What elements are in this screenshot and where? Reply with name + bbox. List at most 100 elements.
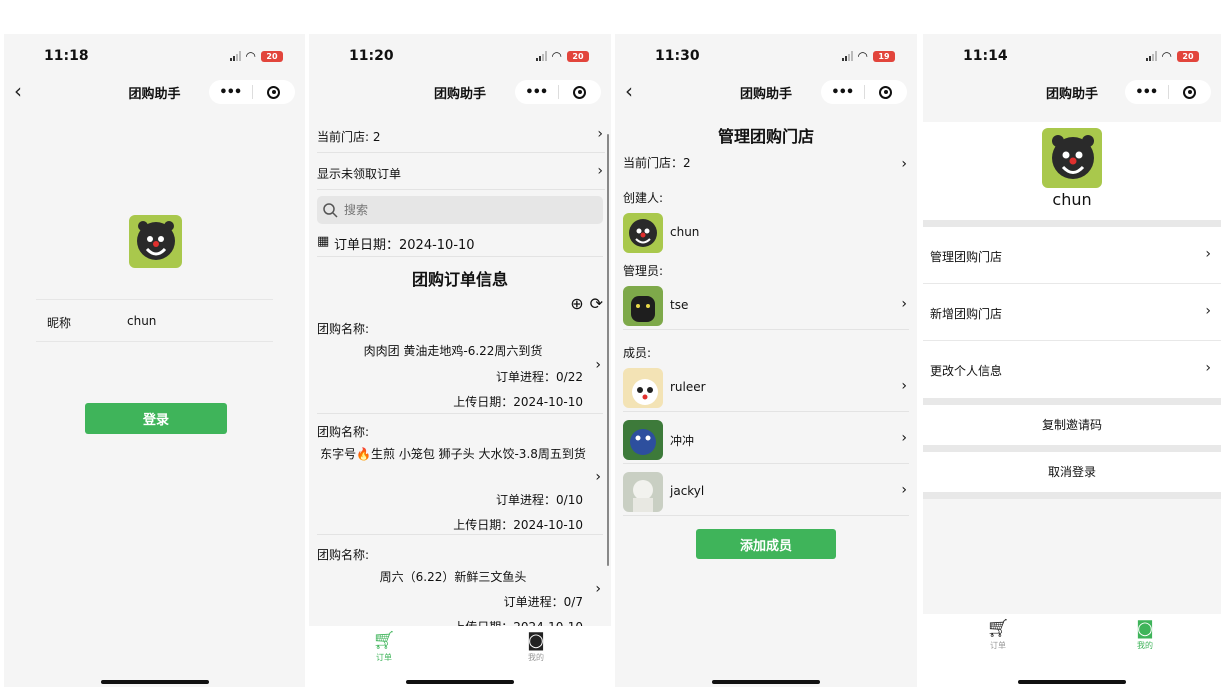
copy-invite-button[interactable]: 复制邀请码 (923, 405, 1221, 445)
admin-row[interactable]: tse › (623, 282, 909, 330)
add-member-button[interactable]: 添加成员 (696, 529, 836, 559)
members-label: 成员: (623, 346, 652, 360)
wifi-icon: ◠ (245, 49, 256, 63)
menu-label: 新增团购门店 (930, 307, 1003, 321)
search-bar[interactable] (317, 196, 603, 224)
wifi-icon: ◠ (551, 49, 562, 63)
manage-store-title: 管理团购门店 (717, 127, 814, 146)
profile-icon: ◙ (1136, 618, 1154, 639)
battery-icon: 19 (873, 50, 895, 62)
tab-mine-label: 我的 (528, 653, 544, 662)
status-bar: 11:18 ◠ 20 (4, 34, 305, 78)
chevron-right-icon: › (901, 156, 907, 172)
avatar (623, 420, 663, 460)
tab-mine[interactable]: ◙ 我的 (1115, 618, 1175, 651)
profile-icon: ◙ (527, 630, 545, 651)
member-row[interactable]: 冲冲 › (623, 416, 909, 464)
close-program-icon[interactable] (1169, 85, 1212, 99)
order-date-row[interactable]: ▦ 订单日期：2024-10-10 (317, 230, 603, 257)
show-unclaimed-label: 显示未领取订单 (317, 167, 402, 181)
calendar-icon: ▦ (317, 234, 330, 249)
close-program-icon[interactable] (865, 85, 908, 99)
creator-label: 创建人: (623, 191, 664, 205)
order-actions: ⊕ ⟳ (570, 294, 603, 313)
tab-bar: 🛒︎ 订单 ◙ 我的 (309, 626, 611, 687)
member-name: 冲冲 (670, 434, 695, 448)
nav-bar: ‹ 团购助手 ••• (4, 78, 305, 106)
search-icon (323, 202, 338, 218)
more-icon[interactable]: ••• (1125, 85, 1168, 100)
more-icon[interactable]: ••• (515, 85, 558, 100)
logout-button[interactable]: 取消登录 (923, 452, 1221, 492)
chevron-right-icon: › (901, 430, 907, 446)
current-store-label: 当前门店: 2 (317, 130, 381, 144)
menu-edit-profile[interactable]: 更改个人信息 › (923, 341, 1221, 398)
order-progress: 订单进程：0/22 (496, 370, 583, 384)
chevron-right-icon: › (1205, 246, 1211, 262)
order-progress: 订单进程：0/10 (496, 493, 583, 507)
nav-bar: 团购助手 ••• (309, 78, 611, 106)
order-name-label: 团购名称: (317, 425, 370, 439)
member-name: ruleer (670, 380, 706, 394)
chevron-right-icon: › (901, 296, 907, 312)
chevron-right-icon: › (597, 163, 603, 179)
home-indicator (100, 680, 209, 684)
order-upload-date: 上传日期：2024-10-10 (453, 518, 583, 532)
avatar (623, 213, 663, 253)
tab-orders[interactable]: 🛒︎ 订单 (968, 618, 1028, 651)
chevron-right-icon: › (597, 126, 603, 142)
wifi-icon: ◠ (1161, 49, 1172, 63)
add-circle-icon[interactable]: ⊕ (570, 294, 583, 313)
member-row[interactable]: ruleer › (623, 364, 909, 412)
search-input[interactable] (344, 203, 564, 217)
close-program-icon[interactable] (253, 85, 296, 99)
tab-mine[interactable]: ◙ 我的 (506, 630, 566, 663)
wifi-icon: ◠ (857, 49, 868, 63)
refresh-icon[interactable]: ⟳ (590, 294, 603, 313)
current-store-row[interactable]: 当前门店：2 › (623, 154, 909, 178)
scrollbar[interactable] (607, 134, 609, 566)
chevron-right-icon: › (901, 378, 907, 394)
member-row[interactable]: jackyl › (623, 468, 909, 516)
avatar[interactable] (1042, 128, 1102, 188)
status-time: 11:20 (349, 48, 394, 64)
login-button[interactable]: 登录 (85, 403, 227, 434)
status-time: 11:30 (655, 48, 700, 64)
status-bar: 11:14 ◠ 20 (923, 34, 1221, 78)
menu-label: 管理团购门店 (930, 250, 1003, 264)
chevron-right-icon: › (901, 482, 907, 498)
login-screen: 11:18 ◠ 20 ‹ 团购助手 ••• 昵称 chun 登录 (4, 34, 305, 687)
more-icon[interactable]: ••• (209, 85, 252, 100)
menu-manage-store[interactable]: 管理团购门店 › (923, 227, 1221, 284)
cart-icon: 🛒︎ (372, 630, 396, 651)
nickname-row: 昵称 chun (36, 299, 273, 342)
battery-icon: 20 (567, 50, 589, 62)
admin-label: 管理员: (623, 264, 664, 278)
order-item[interactable]: 团购名称: 周六（6.22）新鲜三文鱼头 订单进程：0/7 上传日期：2024-… (317, 546, 603, 636)
signal-icon (535, 51, 547, 61)
avatar (623, 368, 663, 408)
avatar[interactable] (129, 215, 182, 268)
order-name: 肉肉团 黄油走地鸡-6.22周六到货 (363, 344, 543, 358)
mine-screen: 11:14 ◠ 20 团购助手 ••• chun 管理团购门店 › 新增团购门店… (923, 34, 1221, 687)
tab-orders[interactable]: 🛒︎ 订单 (354, 630, 414, 663)
tab-mine-label: 我的 (1137, 641, 1153, 650)
status-bar: 11:30 ◠ 19 (615, 34, 917, 78)
more-icon[interactable]: ••• (821, 85, 864, 100)
admin-name: tse (670, 298, 689, 312)
order-item[interactable]: 团购名称: 肉肉团 黄油走地鸡-6.22周六到货 订单进程：0/22 上传日期：… (317, 320, 603, 414)
mini-program-capsule: ••• (209, 80, 295, 104)
nickname-input[interactable]: chun (127, 314, 156, 328)
order-name: 东字号🔥生煎 小笼包 狮子头 大水饺-3.8周五到货 (320, 447, 586, 461)
status-bar: 11:20 ◠ 20 (309, 34, 611, 78)
close-program-icon[interactable] (559, 85, 602, 99)
chevron-right-icon: › (595, 581, 601, 597)
menu-label: 更改个人信息 (930, 364, 1003, 378)
order-item[interactable]: 团购名称: 东字号🔥生煎 小笼包 狮子头 大水饺-3.8周五到货 订单进程：0/… (317, 423, 603, 535)
member-name: jackyl (670, 484, 705, 498)
mini-program-capsule: ••• (821, 80, 907, 104)
menu-add-store[interactable]: 新增团购门店 › (923, 284, 1221, 341)
current-store-row[interactable]: 当前门店: 2 › (317, 116, 605, 153)
show-unclaimed-row[interactable]: 显示未领取订单 › (317, 153, 605, 190)
nav-bar: ‹ 团购助手 ••• (615, 78, 917, 106)
